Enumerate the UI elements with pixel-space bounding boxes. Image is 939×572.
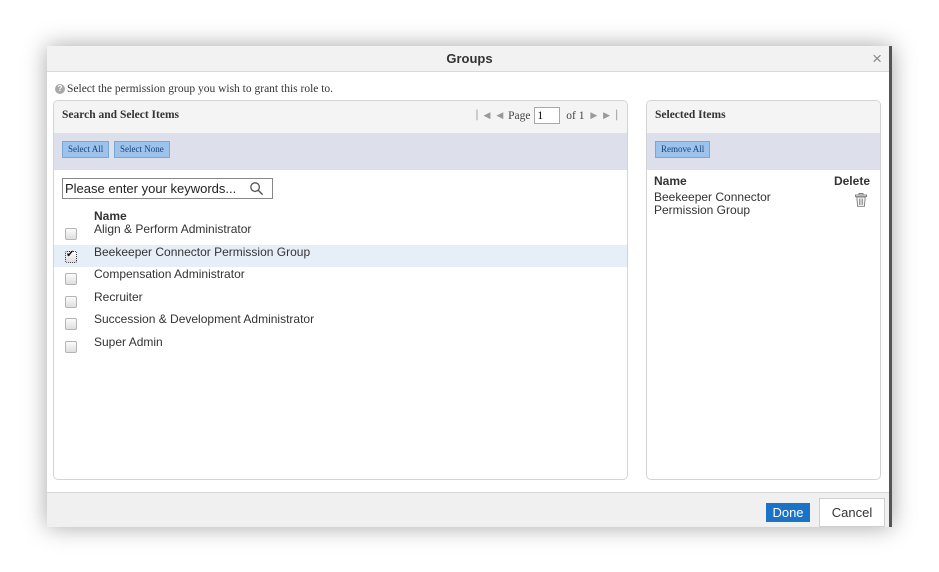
selected-item-label: Beekeeper Connector Permission Group [654,190,771,217]
item-checkbox[interactable] [65,228,77,240]
selected-delete-header: Delete [833,174,870,188]
dialog-footer [47,492,889,527]
item-label[interactable]: Succession & Development Administrator [94,312,314,326]
item-checkbox[interactable] [65,273,77,285]
last-page-icon[interactable]: ▶▕ [603,110,617,121]
cancel-button[interactable]: Cancel [819,498,885,527]
remove-all-button[interactable]: Remove All [655,141,711,158]
name-column-header: Name [94,209,127,223]
page-label: Page [508,109,531,122]
item-checkbox[interactable] [65,340,77,353]
selected-items-panel: Selected Items Remove All Name Delete Be… [646,100,881,480]
item-label[interactable]: Compensation Administrator [94,267,245,281]
next-page-icon[interactable]: ▶ [590,110,597,121]
select-all-button[interactable]: Select All [62,141,110,158]
done-button[interactable]: Done [766,503,810,522]
instruction-text: ? Select the permission group you wish to… [55,83,333,95]
search-box [62,178,273,199]
first-page-icon[interactable]: ▏◀ [477,110,491,121]
left-toolbar: Select All Select None [54,133,627,170]
page-input[interactable] [534,107,561,124]
selected-items-header: Selected Items [647,101,880,133]
list-item[interactable]: Super Admin [54,335,627,358]
search-select-header: Search and Select Items ▏◀ ◀ Page of 1 ▶… [54,101,627,133]
item-label[interactable]: Align & Perform Administrator [94,222,251,236]
item-label[interactable]: Beekeeper Connector Permission Group [94,245,310,259]
list-item[interactable]: Align & Perform Administrator [54,222,627,245]
trash-icon[interactable] [855,193,867,207]
item-checkbox[interactable] [65,295,77,308]
groups-dialog: Groups × ? Select the permission group yo… [47,46,892,527]
list-item[interactable]: Beekeeper Connector Permission Group [54,244,627,267]
group-list: Align & Perform Administrator Beekeeper … [54,222,627,357]
instruction-label: Select the permission group you wish to … [67,83,334,95]
pager: ▏◀ ◀ Page of 1 ▶ ▶▕ [477,107,617,125]
list-item[interactable]: Succession & Development Administrator [54,312,627,335]
search-icon[interactable] [249,181,264,196]
search-input[interactable] [63,179,245,198]
dialog-header: Groups × [47,46,892,72]
item-label[interactable]: Recruiter [94,290,143,304]
select-none-button[interactable]: Select None [114,141,170,158]
item-checkbox[interactable] [65,318,77,330]
page-of-label: of 1 [566,109,585,122]
item-checkbox[interactable] [65,249,77,263]
list-item[interactable]: Recruiter [54,290,627,313]
selected-name-header: Name [654,174,687,188]
list-item[interactable]: Compensation Administrator [54,267,627,290]
item-label[interactable]: Super Admin [94,335,163,349]
dialog-title: Groups [446,51,493,66]
close-icon[interactable]: × [872,49,882,69]
help-icon: ? [55,84,65,94]
dialog-edge [889,46,892,527]
search-select-title: Search and Select Items [62,109,180,121]
selected-items-title: Selected Items [655,109,726,121]
search-select-panel: Search and Select Items ▏◀ ◀ Page of 1 ▶… [53,100,628,480]
right-toolbar: Remove All [647,133,880,170]
prev-page-icon[interactable]: ◀ [496,110,503,121]
